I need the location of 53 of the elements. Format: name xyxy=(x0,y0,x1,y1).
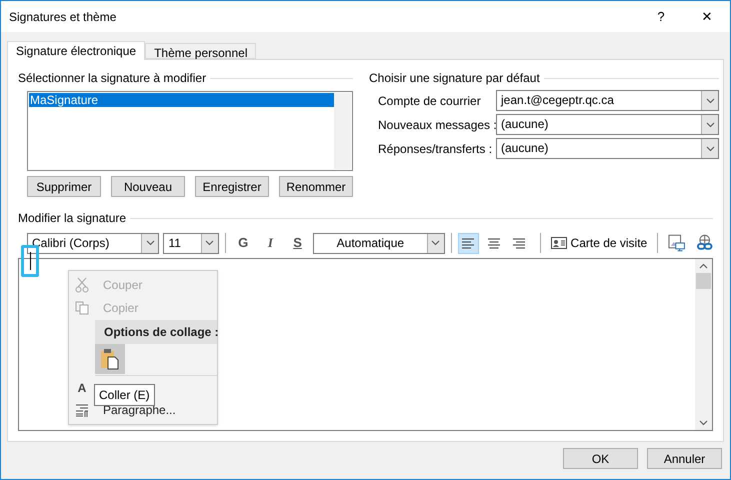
dropdown-button[interactable] xyxy=(200,234,218,252)
field-label: Compte de courrier xyxy=(378,92,482,110)
scissors-icon xyxy=(75,276,89,293)
picture-insert-icon[interactable] xyxy=(668,234,686,252)
paste-icon xyxy=(100,348,120,370)
help-button[interactable]: ? xyxy=(638,1,684,32)
tab[interactable]: Thème personnel xyxy=(145,43,256,59)
dropdown-field[interactable]: jean.t@cegeptr.qc.ca xyxy=(496,90,719,111)
chevron-down-icon xyxy=(431,240,440,246)
list-item[interactable]: MaSignature xyxy=(29,93,334,107)
hyperlink-icon[interactable] xyxy=(696,234,713,252)
tab[interactable]: Signature électronique xyxy=(7,41,146,60)
dialog-button[interactable]: Annuler xyxy=(647,448,722,469)
color-field[interactable]: Automatique xyxy=(313,232,445,254)
dropdown-button[interactable] xyxy=(701,115,718,134)
dialog-button[interactable]: Enregistrer xyxy=(195,176,269,197)
format-button[interactable]: S xyxy=(286,233,310,253)
chevron-down-icon xyxy=(205,240,214,246)
chevron-down-icon xyxy=(706,146,714,152)
chevron-down-icon xyxy=(146,240,155,246)
dropdown-button[interactable] xyxy=(701,139,718,158)
dialog-button[interactable]: Renommer xyxy=(279,176,353,197)
section-title: Modifier la signature xyxy=(18,210,126,227)
dropdown-button[interactable] xyxy=(141,234,158,252)
signature-list[interactable]: MaSignature xyxy=(27,91,353,171)
align-button[interactable] xyxy=(458,232,479,254)
window-title: Signatures et thème xyxy=(8,8,118,26)
scroll-thumb[interactable] xyxy=(696,273,711,289)
dropdown-field[interactable]: (aucune) xyxy=(496,114,719,135)
dropdown-button[interactable] xyxy=(426,234,444,252)
menu-item[interactable]: Options de collage : xyxy=(95,320,217,344)
chevron-down-icon xyxy=(706,98,714,104)
dialog-button[interactable]: Supprimer xyxy=(27,176,101,197)
dialog-button[interactable]: OK xyxy=(563,448,638,469)
chevron-down-icon xyxy=(706,122,714,128)
field-label: Nouveaux messages : xyxy=(378,116,496,134)
close-button[interactable]: ✕ xyxy=(684,1,730,32)
tooltip: Coller (E) xyxy=(94,384,155,406)
dropdown-button[interactable] xyxy=(701,91,718,110)
section-title: Sélectionner la signature à modifier xyxy=(18,70,206,87)
dropdown-field[interactable]: (aucune) xyxy=(496,138,719,159)
format-button[interactable]: G xyxy=(232,233,255,253)
section-title: Choisir une signature par défaut xyxy=(369,70,540,87)
size-field[interactable]: 11 xyxy=(163,232,219,254)
dialog-button[interactable]: Nouveau xyxy=(111,176,185,197)
format-button[interactable]: I xyxy=(258,233,282,253)
business-card-button[interactable]: Carte de visite xyxy=(550,234,648,252)
paste-option-button[interactable] xyxy=(95,344,125,374)
font-icon[interactable]: A xyxy=(69,378,95,397)
copy-icon xyxy=(75,301,89,316)
contact-card-icon xyxy=(550,237,567,249)
paragraph-icon xyxy=(75,403,89,418)
field-label: Réponses/transferts : xyxy=(378,140,494,158)
